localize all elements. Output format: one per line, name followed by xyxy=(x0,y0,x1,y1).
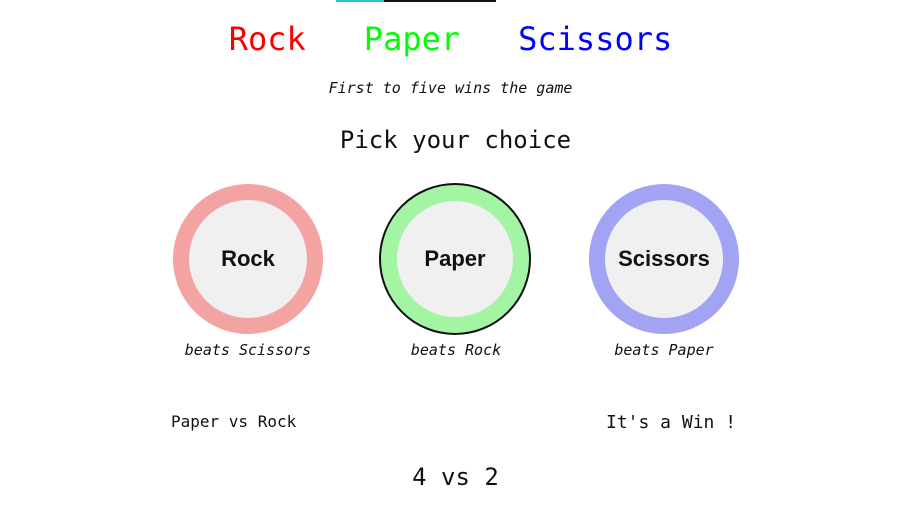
choice-prompt: Pick your choice xyxy=(339,126,572,154)
scissors-choice-label: Scissors xyxy=(618,246,710,271)
round-matchup: Paper vs Rock xyxy=(171,412,297,431)
scissors-beats-caption: beats Paper xyxy=(614,341,714,359)
rock-choice-button[interactable]: Rock xyxy=(173,184,323,334)
title-word-paper: Paper xyxy=(363,20,461,58)
top-divider-accent xyxy=(336,0,384,2)
rock-beats-caption: beats Scissors xyxy=(184,341,312,359)
round-result: It's a Win ! xyxy=(606,412,737,433)
paper-beats-caption: beats Rock xyxy=(410,341,502,359)
scissors-choice-button[interactable]: Scissors xyxy=(589,184,739,334)
title-word-rock: Rock xyxy=(228,20,306,58)
title-word-scissors: Scissors xyxy=(518,20,673,58)
game-subtitle: First to five wins the game xyxy=(328,79,573,97)
rock-choice-label: Rock xyxy=(221,246,275,271)
paper-choice-label: Paper xyxy=(424,246,486,271)
score-display: 4 vs 2 xyxy=(412,463,499,491)
paper-choice-button[interactable]: Paper xyxy=(381,185,529,333)
game-title: Rock Paper Scissors xyxy=(0,18,901,60)
